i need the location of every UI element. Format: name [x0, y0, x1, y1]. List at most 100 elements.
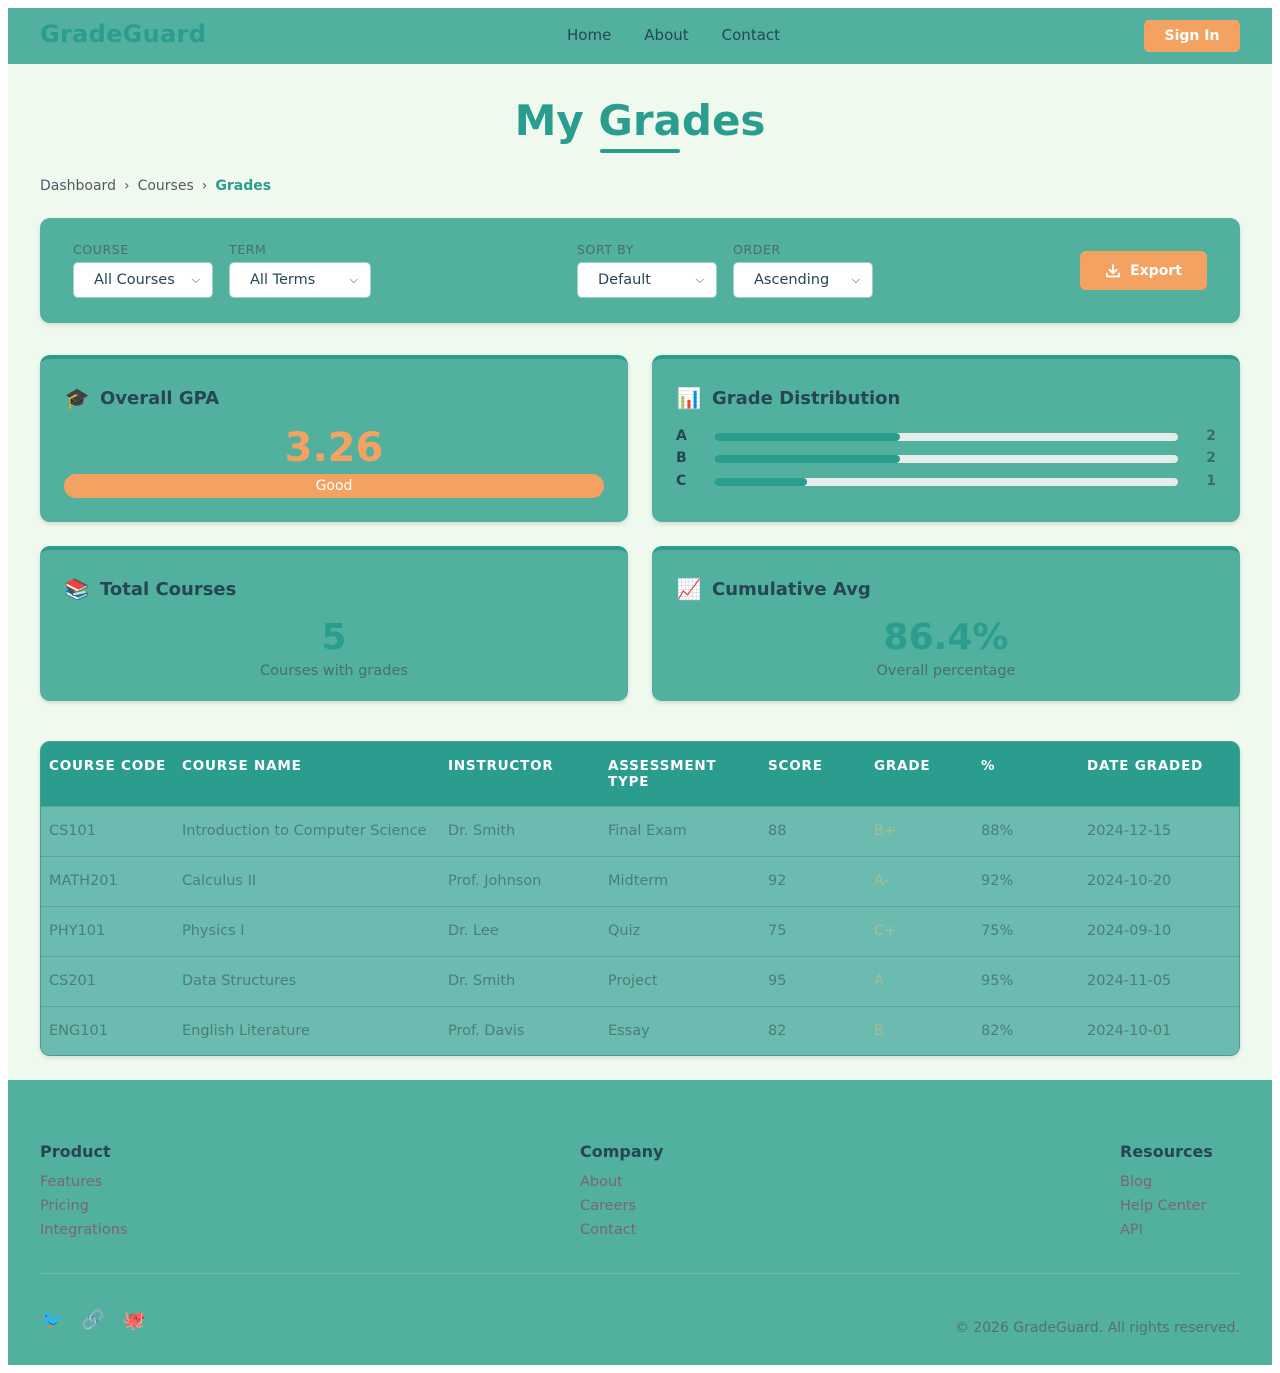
course-name-cell: Data Structures [182, 973, 297, 989]
instructor-cell: Dr. Smith [448, 973, 516, 989]
books-icon: 📚 [64, 577, 90, 601]
social-links: 🐦 🔗 🐙 [40, 1308, 146, 1331]
date-graded-cell: 2024-10-20 [1087, 873, 1172, 889]
percent-cell: 95% [981, 973, 1014, 989]
column-header[interactable]: COURSE CODE [41, 742, 174, 806]
sort-by-value: Default [598, 272, 651, 288]
distribution-count: 2 [1206, 450, 1216, 466]
gpa-status-badge: Good [64, 474, 604, 498]
total-courses-card: 📚 Total Courses 5 Courses with grades [40, 546, 628, 701]
github-icon[interactable]: 🐙 [122, 1308, 146, 1331]
footer-link[interactable]: Features [40, 1174, 127, 1191]
grade-cell: C+ [874, 923, 897, 939]
assessment-type-cell: Project [608, 973, 658, 989]
course-select-value: All Courses [94, 272, 175, 288]
table-row[interactable]: MATH201 Calculus II Prof. Johnson Midterm 92… [41, 856, 1239, 906]
total-courses-card-title: 📚 Total Courses [64, 577, 237, 601]
date-graded-cell: 2024-09-10 [1087, 923, 1172, 939]
column-header[interactable]: SCORE [760, 742, 866, 806]
grade-cell: B+ [874, 823, 897, 839]
column-header[interactable]: COURSE NAME [174, 742, 440, 806]
chevron-down-icon: ⌵ [851, 273, 860, 286]
breadcrumb-courses[interactable]: Courses [138, 178, 194, 194]
chart-increasing-icon: 📈 [676, 577, 702, 601]
nav-home-link[interactable]: Home [567, 26, 611, 44]
score-cell: 88 [768, 823, 787, 839]
link-icon[interactable]: 🔗 [81, 1308, 105, 1331]
score-cell: 82 [768, 1023, 787, 1040]
assessment-type-cell: Quiz [608, 923, 641, 939]
sort-by-label: SORT BY [577, 242, 634, 257]
column-header[interactable]: GRADE [866, 742, 973, 806]
order-select[interactable]: Ascending ⌵ [733, 262, 873, 298]
table-row[interactable]: PHY101 Physics I Dr. Lee Quiz 75 C+ 75% 2024-09… [41, 906, 1239, 956]
course-code-cell: CS101 [49, 823, 97, 839]
column-header[interactable]: INSTRUCTOR [440, 742, 600, 806]
grades-table: COURSE CODE COURSE NAME INSTRUCTOR ASSES… [41, 742, 1239, 1055]
nav-about-link[interactable]: About [644, 26, 688, 44]
footer-link[interactable]: Pricing [40, 1198, 127, 1215]
term-select-value: All Terms [250, 272, 316, 288]
distribution-fill [714, 478, 807, 486]
table-row[interactable]: CS201 Data Structures Dr. Smith Project 95 A 9… [41, 956, 1239, 1006]
gpa-title: Overall GPA [100, 387, 220, 409]
sort-by-filter: SORT BY Default ⌵ [577, 242, 717, 298]
footer-link[interactable]: Blog [1120, 1174, 1213, 1191]
table-header-row: COURSE CODE COURSE NAME INSTRUCTOR ASSES… [41, 742, 1239, 806]
footer-column-resources: Resources Blog Help Center API [1120, 1142, 1213, 1246]
chevron-down-icon: ⌵ [695, 273, 704, 286]
table-row[interactable]: ENG101 English Literature Prof. Davis Essay… [41, 1006, 1239, 1055]
grades-table-body: CS101 Introduction to Computer Science Dr.… [41, 806, 1239, 1055]
breadcrumb-separator: › [123, 178, 130, 194]
course-code-cell: CS201 [49, 973, 97, 989]
footer-link[interactable]: Careers [580, 1198, 663, 1215]
column-header[interactable]: DATE GRADED [1079, 742, 1239, 806]
instructor-cell: Prof. Davis [448, 1023, 525, 1040]
brand-logo[interactable]: GradeGuard [40, 20, 206, 48]
order-value: Ascending [754, 272, 830, 288]
footer-link[interactable]: Integrations [40, 1222, 127, 1239]
column-header[interactable]: ASSESSMENT TYPE [600, 742, 760, 806]
breadcrumb-grades: Grades [215, 178, 272, 194]
course-select[interactable]: All Courses ⌵ [73, 262, 213, 298]
bar-chart-icon: 📊 [676, 386, 702, 410]
grade-cell: A [874, 973, 884, 989]
cumulative-avg-card: 📈 Cumulative Avg 86.4% Overall percentag… [652, 546, 1240, 701]
assessment-type-cell: Essay [608, 1023, 650, 1040]
assessment-type-cell: Final Exam [608, 823, 687, 839]
footer-column-company: Company About Careers Contact [580, 1142, 663, 1246]
course-name-cell: Calculus II [182, 873, 257, 889]
date-graded-cell: 2024-10-01 [1087, 1023, 1172, 1040]
term-select[interactable]: All Terms ⌵ [229, 262, 371, 298]
page: GradeGuard Home About Contact Sign In My… [8, 8, 1272, 1365]
page-title: My Grades [514, 96, 766, 145]
distribution-track [714, 478, 1178, 486]
footer-link[interactable]: About [580, 1174, 663, 1191]
footer-column-title: Company [580, 1142, 664, 1161]
chevron-down-icon: ⌵ [191, 273, 200, 286]
table-row[interactable]: CS101 Introduction to Computer Science Dr.… [41, 806, 1239, 856]
percent-cell: 92% [981, 873, 1014, 889]
column-header[interactable]: % [973, 742, 1079, 806]
footer-link[interactable]: Contact [580, 1222, 663, 1239]
twitter-icon[interactable]: 🐦 [40, 1308, 64, 1331]
export-button[interactable]: Export [1080, 251, 1207, 290]
total-courses-subtitle: Courses with grades [260, 663, 408, 679]
gpa-card-title: 🎓 Overall GPA [64, 386, 220, 410]
distribution-fill [714, 433, 900, 441]
instructor-cell: Prof. Johnson [448, 873, 542, 889]
footer-link[interactable]: API [1120, 1222, 1213, 1239]
distribution-letter: C [676, 473, 687, 489]
course-name-cell: Introduction to Computer Science [182, 823, 427, 839]
distribution-count: 2 [1206, 428, 1216, 444]
nav-contact-link[interactable]: Contact [722, 26, 780, 44]
sort-by-select[interactable]: Default ⌵ [577, 262, 717, 298]
course-code-cell: ENG101 [49, 1023, 108, 1040]
breadcrumb-dashboard[interactable]: Dashboard [40, 178, 116, 194]
title-underline [600, 149, 680, 153]
footer-link[interactable]: Help Center [1120, 1198, 1213, 1215]
term-filter-label: TERM [229, 242, 267, 257]
sign-in-button[interactable]: Sign In [1144, 20, 1240, 52]
grade-distribution-card: 📊 Grade Distribution A 2 B 2 C 1 [652, 355, 1240, 522]
instructor-cell: Dr. Lee [448, 923, 499, 939]
